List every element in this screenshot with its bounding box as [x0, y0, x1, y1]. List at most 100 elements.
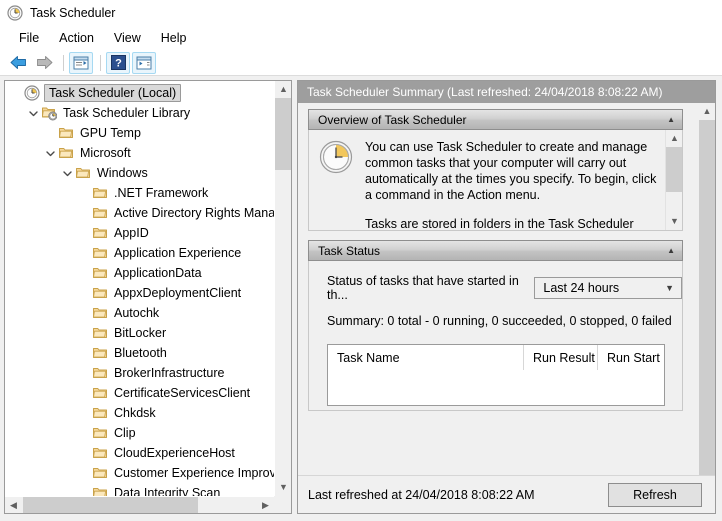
tree-item[interactable]: ApplicationData [5, 263, 274, 283]
tree-twisty-placeholder [77, 363, 92, 383]
folder-icon [92, 485, 108, 496]
tree-vertical-scrollbar[interactable]: ▲ ▼ [274, 81, 291, 496]
toolbar-separator-1 [63, 54, 64, 71]
overview-vertical-scrollbar[interactable]: ▲ ▼ [665, 130, 682, 230]
main-area: Task Scheduler (Local) Task Scheduler Lib… [0, 77, 722, 521]
collapse-caret-up-icon[interactable]: ▲ [667, 246, 675, 255]
folder-tree[interactable]: Task Scheduler (Local) Task Scheduler Lib… [5, 81, 274, 496]
question-mark-icon: ? [110, 55, 126, 70]
scroll-right-arrow-icon[interactable]: ▶ [257, 497, 274, 513]
tree-item[interactable]: CertificateServicesClient [5, 383, 274, 403]
tree-item-label: Windows [97, 166, 148, 180]
menu-view[interactable]: View [105, 29, 150, 47]
tree-item[interactable]: Data Integrity Scan [5, 483, 274, 496]
clock-illustration-icon [319, 140, 353, 174]
tree-item[interactable]: BrokerInfrastructure [5, 363, 274, 383]
chevron-down-icon[interactable] [60, 163, 75, 183]
refresh-button[interactable]: Refresh [608, 482, 702, 507]
tree-twisty-placeholder [77, 383, 92, 403]
tree-item[interactable]: Bluetooth [5, 343, 274, 363]
tree-item-label: CloudExperienceHost [114, 446, 235, 460]
tree-item[interactable]: Application Experience [5, 243, 274, 263]
show-hide-console-tree-button[interactable] [69, 51, 93, 74]
collapse-caret-up-icon[interactable]: ▲ [667, 115, 675, 124]
task-status-label: Status of tasks that have started in th.… [327, 274, 519, 302]
tree-item[interactable]: BitLocker [5, 323, 274, 343]
tree-hscroll-thumb[interactable] [23, 497, 198, 513]
summary-scroll-up-arrow-icon[interactable]: ▲ [699, 103, 715, 120]
tree-item[interactable]: AppID [5, 223, 274, 243]
tree-item-label: Task Scheduler (Local) [44, 84, 182, 102]
folder-icon [92, 185, 108, 201]
time-period-dropdown[interactable]: Last 24 hours ▼ [534, 277, 682, 299]
task-status-group-body: Status of tasks that have started in th.… [308, 261, 683, 411]
table-column-header[interactable]: Run Start [598, 345, 664, 370]
overview-group: Overview of Task Scheduler ▲ You can use… [308, 109, 683, 231]
tree-twisty-placeholder [77, 323, 92, 343]
chevron-down-icon[interactable] [43, 143, 58, 163]
tree-twisty-placeholder [77, 463, 92, 483]
scrollbar-corner [274, 496, 291, 513]
toolbar-separator-2 [100, 54, 101, 71]
tree-item-label: Application Experience [114, 246, 242, 260]
tree-item[interactable]: Clip [5, 423, 274, 443]
tree-item[interactable]: Task Scheduler (Local) [5, 83, 274, 103]
tree-item[interactable]: CloudExperienceHost [5, 443, 274, 463]
tree-item[interactable]: Autochk [5, 303, 274, 323]
tree-item[interactable]: GPU Temp [5, 123, 274, 143]
chevron-down-icon[interactable]: ▼ [665, 283, 674, 293]
tree-item[interactable]: AppxDeploymentClient [5, 283, 274, 303]
tree-item[interactable]: .NET Framework [5, 183, 274, 203]
tree-item[interactable]: Chkdsk [5, 403, 274, 423]
tree-twisty-placeholder [77, 423, 92, 443]
overview-scroll-up-arrow-icon[interactable]: ▲ [666, 130, 682, 147]
library-folder-icon [41, 105, 58, 121]
folder-icon [92, 265, 108, 281]
show-hide-action-pane-button[interactable] [132, 51, 156, 74]
overview-group-header[interactable]: Overview of Task Scheduler ▲ [308, 109, 683, 130]
back-button[interactable] [6, 52, 30, 74]
tree-twisty-placeholder [77, 403, 92, 423]
task-scheduler-window: Task Scheduler File Action View Help ? T… [0, 0, 722, 521]
clock-icon [24, 85, 40, 101]
folder-icon [58, 145, 74, 161]
time-period-value: Last 24 hours [543, 281, 620, 295]
tree-twisty-placeholder [43, 123, 58, 143]
tree-item-label: Task Scheduler Library [63, 106, 191, 120]
summary-scroll-viewport: Overview of Task Scheduler ▲ You can use… [298, 103, 699, 475]
tree-item-label: .NET Framework [114, 186, 209, 200]
scroll-down-arrow-icon[interactable]: ▼ [275, 479, 291, 496]
overview-scroll-viewport: You can use Task Scheduler to create and… [309, 130, 665, 230]
window-title: Task Scheduler [30, 6, 116, 20]
tree-item[interactable]: Microsoft [5, 143, 274, 163]
tree-horizontal-scrollbar[interactable]: ◀ ▶ [5, 496, 274, 513]
task-status-period-row: Status of tasks that have started in th.… [309, 261, 682, 302]
summary-vertical-scrollbar[interactable]: ▲ [699, 103, 715, 475]
tree-item-label: Bluetooth [114, 346, 167, 360]
menu-file[interactable]: File [10, 29, 48, 47]
help-button[interactable]: ? [106, 51, 130, 74]
tree-vscroll-thumb[interactable] [275, 98, 291, 170]
forward-button[interactable] [32, 52, 56, 74]
folder-icon [92, 385, 108, 401]
menu-help[interactable]: Help [152, 29, 196, 47]
tree-item[interactable]: Customer Experience Improveme [5, 463, 274, 483]
tree-item-label: AppID [114, 226, 149, 240]
tree-item[interactable]: Active Directory Rights Managem [5, 203, 274, 223]
overview-vscroll-thumb[interactable] [666, 147, 682, 192]
folder-icon [92, 325, 108, 341]
menu-action[interactable]: Action [50, 29, 103, 47]
last-refreshed-text: Last refreshed at 24/04/2018 8:08:22 AM [308, 487, 535, 502]
table-column-header[interactable]: Task Name [328, 345, 524, 370]
folder-icon [92, 225, 108, 241]
task-status-table[interactable]: Task Name Run Result Run Start [327, 344, 665, 406]
tree-item-label: ApplicationData [114, 266, 202, 280]
table-column-header[interactable]: Run Result [524, 345, 598, 370]
tree-item[interactable]: Task Scheduler Library [5, 103, 274, 123]
overview-scroll-down-arrow-icon[interactable]: ▼ [666, 213, 682, 230]
scroll-up-arrow-icon[interactable]: ▲ [275, 81, 291, 98]
tree-item[interactable]: Windows [5, 163, 274, 183]
chevron-down-icon[interactable] [26, 103, 41, 123]
task-status-group-header[interactable]: Task Status ▲ [308, 240, 683, 261]
scroll-left-arrow-icon[interactable]: ◀ [5, 497, 22, 513]
